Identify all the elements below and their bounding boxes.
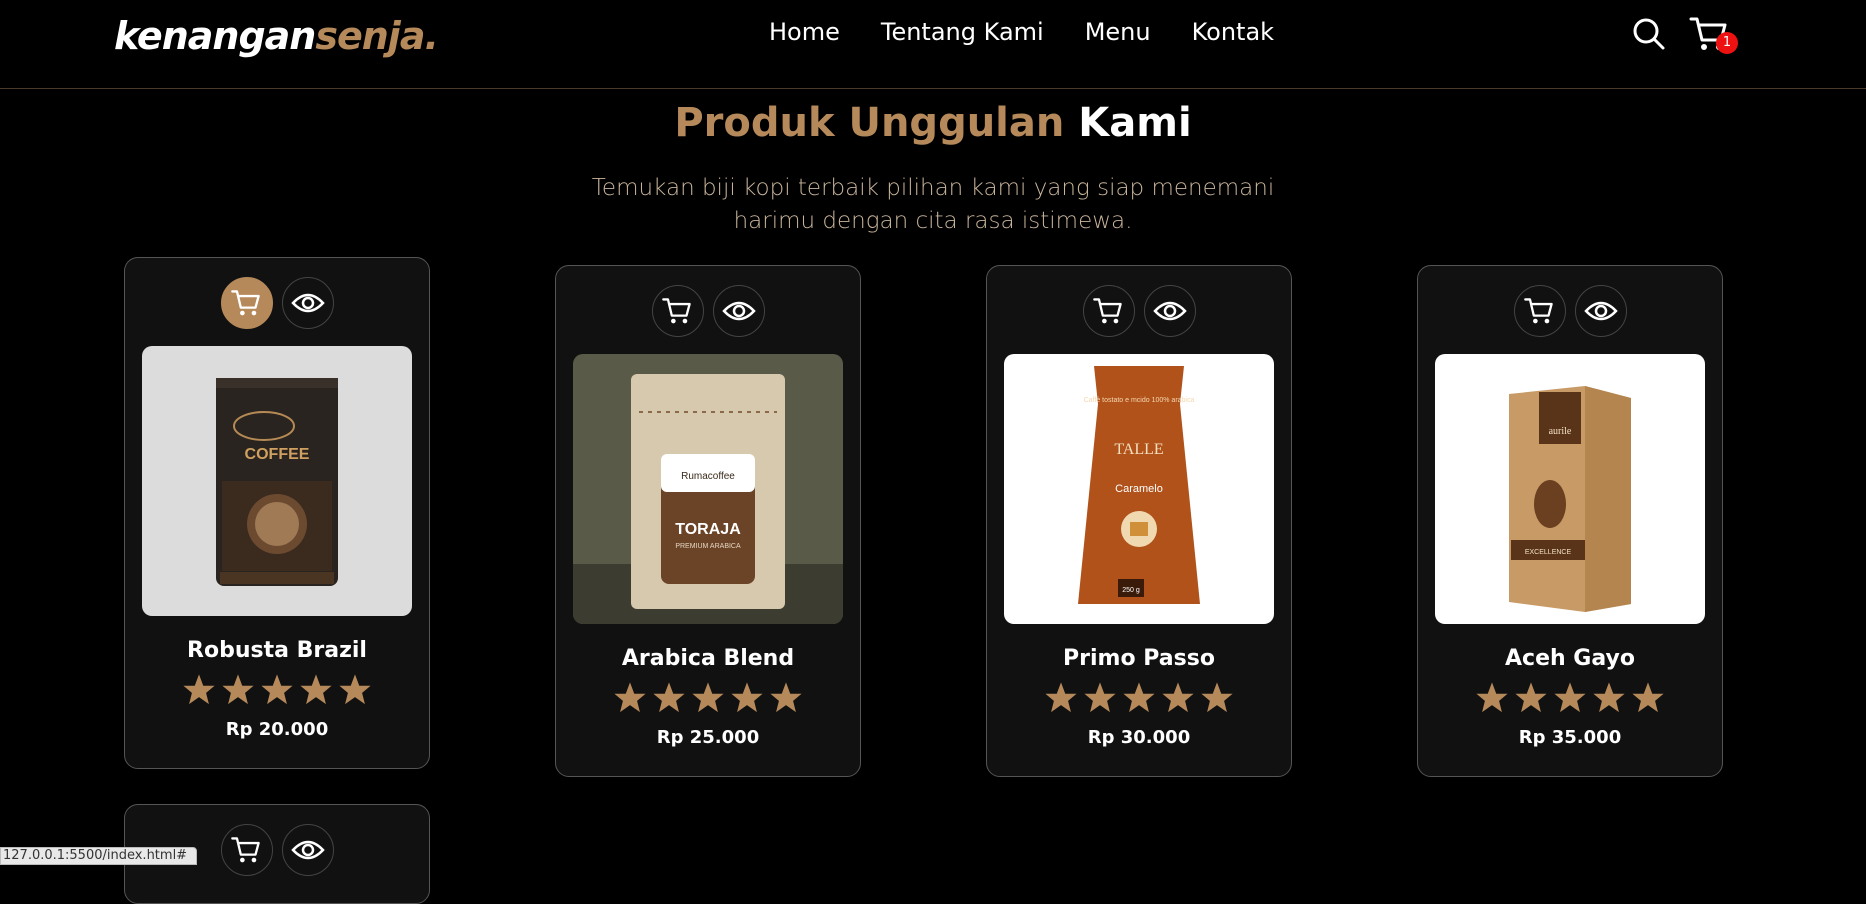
section-title-rest: Kami xyxy=(1078,100,1192,146)
star-icon xyxy=(1045,682,1077,713)
product-price: Rp 20.000 xyxy=(225,719,329,740)
product-price: Rp 35.000 xyxy=(1518,727,1622,748)
star-icon xyxy=(222,674,254,705)
package-label: COFFEE xyxy=(245,446,310,463)
search-icon[interactable] xyxy=(1629,14,1669,54)
star-icon xyxy=(614,682,646,713)
package-weight: 250 g xyxy=(1122,587,1140,594)
product-name: Primo Passo xyxy=(1063,646,1215,671)
brand-logo[interactable]: kenangansenja. xyxy=(114,14,439,58)
package-title: TORAJA xyxy=(675,521,741,538)
view-detail-button[interactable] xyxy=(281,277,334,329)
package-top-text: Caffè tostato e mcido 100% arabica xyxy=(1084,397,1195,404)
star-icon xyxy=(300,674,332,705)
package-brand: TALLE xyxy=(1114,441,1163,458)
product-name: Robusta Brazil xyxy=(187,638,367,663)
navbar: kenangansenja. Home Tentang Kami Menu Ko… xyxy=(0,0,1866,89)
star-icon xyxy=(1162,682,1194,713)
star-icon xyxy=(653,682,685,713)
product-price: Rp 30.000 xyxy=(1087,727,1191,748)
package-brand: Rumacoffee xyxy=(681,471,735,482)
view-detail-button[interactable] xyxy=(1143,285,1196,337)
nav-menu[interactable]: Menu xyxy=(1085,18,1151,46)
product-image: aurile EXCELLENCE xyxy=(1435,354,1705,624)
add-to-cart-button[interactable] xyxy=(1513,285,1566,337)
star-icon xyxy=(1515,682,1547,713)
cart-count-badge: 1 xyxy=(1716,32,1738,54)
add-to-cart-button[interactable] xyxy=(220,824,273,876)
brand-part-2: senja. xyxy=(315,14,439,58)
section-title: Produk Unggulan Kami xyxy=(0,100,1866,146)
star-icon xyxy=(1554,682,1586,713)
star-icon xyxy=(1201,682,1233,713)
product-image: Caffè tostato e mcido 100% arabica TALLE… xyxy=(1004,354,1274,624)
rating-stars xyxy=(125,673,429,707)
section-title-accent: Produk Unggulan xyxy=(674,100,1065,146)
star-icon xyxy=(1476,682,1508,713)
add-to-cart-button[interactable] xyxy=(220,277,273,329)
nav-home[interactable]: Home xyxy=(769,18,840,46)
star-icon xyxy=(731,682,763,713)
package-subtitle: PREMIUM ARABICA xyxy=(675,543,741,550)
add-to-cart-button[interactable] xyxy=(1082,285,1135,337)
star-icon xyxy=(183,674,215,705)
nav-links: Home Tentang Kami Menu Kontak xyxy=(769,18,1274,46)
star-icon xyxy=(692,682,724,713)
star-icon xyxy=(339,674,371,705)
view-detail-button[interactable] xyxy=(1574,285,1627,337)
nav-about[interactable]: Tentang Kami xyxy=(881,18,1044,46)
rating-stars xyxy=(1418,681,1722,715)
view-detail-button[interactable] xyxy=(281,824,334,876)
product-card: aurile EXCELLENCE Aceh Gayo Rp 35.000 xyxy=(1417,265,1723,777)
product-name: Arabica Blend xyxy=(621,646,795,671)
star-icon xyxy=(1123,682,1155,713)
star-icon xyxy=(261,674,293,705)
product-name: Aceh Gayo xyxy=(1505,646,1635,671)
nav-contact[interactable]: Kontak xyxy=(1192,18,1274,46)
star-icon xyxy=(770,682,802,713)
product-image: COFFEE xyxy=(142,346,412,616)
brand-part-1: kenangan xyxy=(114,14,316,58)
package-label: EXCELLENCE xyxy=(1525,549,1572,556)
star-icon xyxy=(1084,682,1116,713)
browser-status-url: 127.0.0.1:5500/index.html# xyxy=(0,847,198,865)
product-price: Rp 25.000 xyxy=(656,727,760,748)
product-image: Rumacoffee TORAJA PREMIUM ARABICA xyxy=(573,354,843,624)
product-card: Caffè tostato e mcido 100% arabica TALLE… xyxy=(986,265,1292,777)
view-detail-button[interactable] xyxy=(712,285,765,337)
package-brand: aurile xyxy=(1549,426,1572,437)
star-icon xyxy=(1593,682,1625,713)
package-flavor: Caramelo xyxy=(1115,483,1163,495)
rating-stars xyxy=(987,681,1291,715)
product-card: Rumacoffee TORAJA PREMIUM ARABICA Arabic… xyxy=(555,265,861,777)
rating-stars xyxy=(556,681,860,715)
section-subtitle: Temukan biji kopi terbaik pilihan kami y… xyxy=(591,175,1275,234)
add-to-cart-button[interactable] xyxy=(651,285,704,337)
star-icon xyxy=(1632,682,1664,713)
product-card: COFFEE Robusta Brazil Rp 20.000 xyxy=(124,257,430,769)
